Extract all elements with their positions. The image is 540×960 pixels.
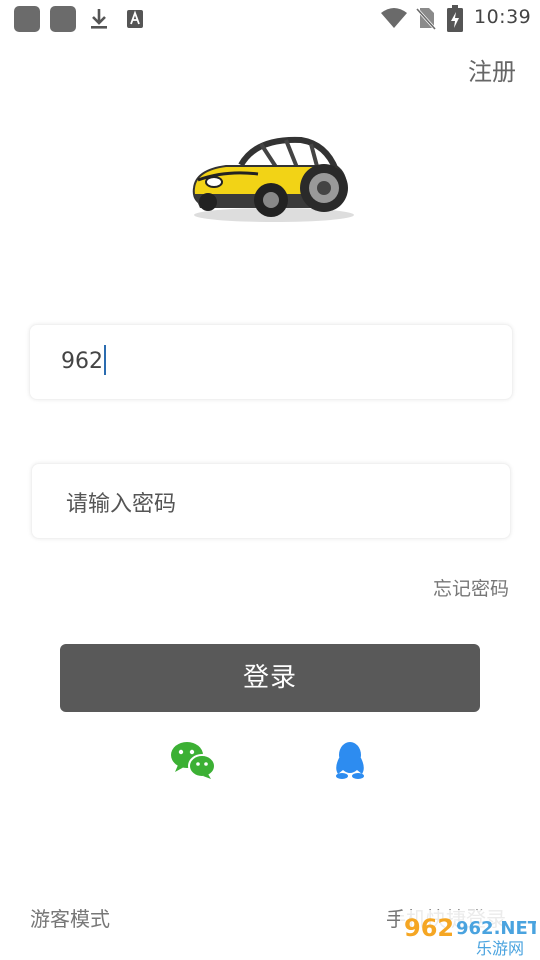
watermark-bottom-text: 乐游网 (476, 939, 524, 958)
password-field[interactable]: 请输入密码 (31, 463, 511, 539)
app-icon (14, 6, 40, 32)
watermark-top-text: 962.NET (456, 918, 536, 939)
app-icon (50, 6, 76, 32)
no-sim-icon (416, 7, 436, 30)
password-input[interactable]: 请输入密码 (66, 486, 176, 518)
login-button[interactable]: 登录 (60, 644, 480, 712)
register-link[interactable]: 注册 (468, 52, 516, 87)
svg-text:962: 962 (404, 914, 454, 942)
site-watermark: 962 962.NET 乐游网 (400, 910, 536, 958)
text-cursor (104, 345, 106, 375)
battery-charging-icon (447, 5, 463, 32)
wechat-icon[interactable] (170, 740, 216, 780)
yellow-car-logo (192, 136, 354, 222)
guest-mode-link[interactable]: 游客模式 (30, 903, 110, 932)
username-input[interactable]: 962 (61, 345, 106, 377)
a-icon (127, 10, 143, 28)
wifi-icon (381, 8, 407, 28)
username-field[interactable]: 962 (29, 324, 513, 400)
status-bar: 10:39 (0, 0, 540, 38)
status-time: 10:39 (474, 6, 532, 28)
download-icon (91, 9, 107, 29)
qq-icon[interactable] (331, 740, 369, 780)
forgot-password-link[interactable]: 忘记密码 (433, 574, 509, 601)
